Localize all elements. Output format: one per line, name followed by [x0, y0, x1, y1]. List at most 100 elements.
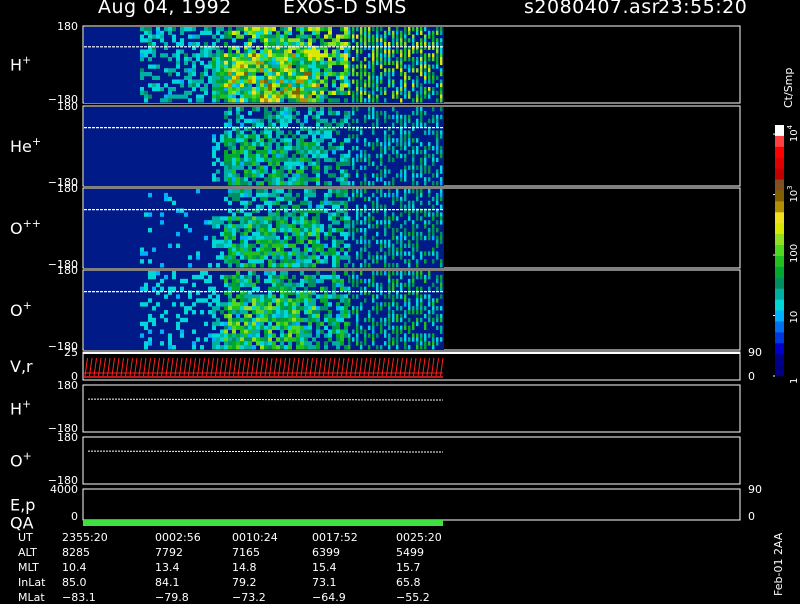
spectrogram-cell	[340, 181, 344, 186]
colorbar-tick-label: 1	[789, 378, 800, 384]
spectrogram-cell	[352, 79, 355, 84]
ephemeris-value: −79.8	[155, 591, 189, 604]
spectrogram-cell	[356, 306, 359, 311]
spectrogram-cell	[212, 68, 216, 73]
spectrogram-cell	[212, 94, 216, 99]
spectrogram-cell	[236, 333, 240, 338]
spectrogram-cell	[268, 251, 272, 256]
spectrogram-cell	[348, 345, 351, 350]
spectrogram-cell	[324, 72, 328, 77]
spectrogram-cell	[356, 274, 359, 280]
spectrogram-cell	[328, 30, 332, 35]
spectrogram-cell	[440, 90, 443, 95]
spectrogram-cell	[392, 122, 395, 127]
spectrogram-cell	[232, 161, 236, 166]
spectrogram-cell	[260, 98, 264, 103]
spectrogram-cell	[424, 325, 427, 330]
spectrogram-cell	[308, 83, 312, 88]
spectrogram-cell	[348, 34, 351, 39]
spectrogram-cell	[212, 220, 216, 225]
spectrogram-cell	[276, 228, 280, 233]
spectrogram-cell	[240, 239, 244, 245]
spectrogram-cell	[332, 146, 336, 151]
spectrogram-cell	[304, 243, 308, 248]
spectrogram-cell	[308, 64, 312, 69]
spectrogram-cell	[316, 57, 320, 62]
spectrogram-cell	[364, 177, 367, 182]
spectrogram-cell	[388, 271, 391, 276]
spectrogram-cell	[304, 263, 308, 268]
ephemeris-value: 0017:52	[312, 531, 358, 544]
spectrogram-cell	[348, 64, 351, 69]
spectrogram-cell	[404, 146, 407, 151]
spectrogram-cell	[340, 313, 344, 319]
spectrogram-cell	[340, 122, 344, 127]
spectrogram-cell	[276, 98, 280, 103]
spectrogram-cell	[292, 68, 296, 73]
spectrogram-cell	[268, 30, 272, 35]
spectrogram-cell	[212, 138, 216, 143]
spectrogram-cell	[372, 274, 375, 280]
spectrogram-cell	[336, 243, 340, 248]
spectrogram-cell	[348, 134, 351, 139]
spectrogram-cell	[240, 333, 244, 338]
spectrogram-cell	[328, 42, 332, 47]
spectrogram-cell	[224, 110, 228, 116]
spectrogram-cell	[300, 282, 304, 288]
spectrogram-cell	[232, 345, 236, 350]
spectrogram-cell	[256, 259, 260, 264]
spectrogram-cell	[296, 42, 300, 47]
spectrogram-cell	[208, 53, 212, 58]
spectrogram-cell	[404, 228, 407, 233]
spectrogram-cell	[416, 321, 419, 327]
spectrogram-cell	[348, 255, 351, 260]
spectrogram-cell	[268, 325, 272, 330]
spectrogram-cell	[252, 68, 256, 73]
spectrogram-cell	[388, 216, 391, 221]
spectrogram-cell	[200, 274, 204, 280]
spectrogram-cell	[312, 134, 316, 139]
spectrogram-cell	[328, 329, 332, 334]
spectrogram-cell	[380, 161, 383, 166]
spectrogram-cell	[252, 157, 256, 163]
spectrogram-cell	[304, 196, 308, 202]
spectrogram-cell	[324, 259, 328, 264]
spectrogram-cell	[288, 27, 292, 32]
colorbar-segment	[775, 234, 784, 246]
spectrogram-cell	[240, 142, 244, 147]
spectrogram-cell	[280, 317, 284, 323]
spectrogram-cell	[348, 53, 351, 58]
spectrogram-cell	[288, 263, 292, 268]
spectrogram-cell	[244, 138, 248, 143]
spectrogram-cell	[360, 68, 363, 73]
spectrogram-cell	[316, 294, 320, 299]
spectrogram-cell	[344, 57, 348, 62]
spectrogram-cell	[280, 87, 284, 92]
spectrogram-cell	[288, 165, 292, 170]
spectrogram-cell	[376, 87, 379, 92]
spectrogram-cell	[236, 228, 240, 233]
spectrogram-cell	[320, 98, 324, 103]
spectrogram-cell	[384, 255, 387, 260]
spectrogram-cell	[424, 34, 427, 39]
spectrogram-cell	[184, 75, 188, 80]
spectrogram-cell	[216, 306, 220, 311]
spectrogram-cell	[440, 259, 443, 264]
spectrogram-cell	[284, 107, 288, 112]
spectrogram-cell	[316, 247, 320, 252]
spectrogram-cell	[308, 177, 312, 182]
spectrogram-cell	[376, 310, 379, 315]
spectrogram-cell	[264, 98, 268, 103]
spectrogram-cell	[304, 165, 308, 170]
spectrogram-cell	[416, 42, 419, 47]
spectrogram-cell	[280, 255, 284, 260]
spectrogram-cell	[360, 302, 363, 307]
spectrogram-cell	[356, 333, 359, 338]
spectrogram-cell	[400, 306, 403, 311]
spectrogram-cell	[360, 220, 363, 225]
spectrogram-cell	[244, 64, 248, 69]
spectrogram-cell	[284, 231, 288, 237]
spectrogram-cell	[280, 247, 284, 252]
spectrogram-cell	[340, 317, 344, 323]
spectrogram-cell	[400, 231, 403, 237]
